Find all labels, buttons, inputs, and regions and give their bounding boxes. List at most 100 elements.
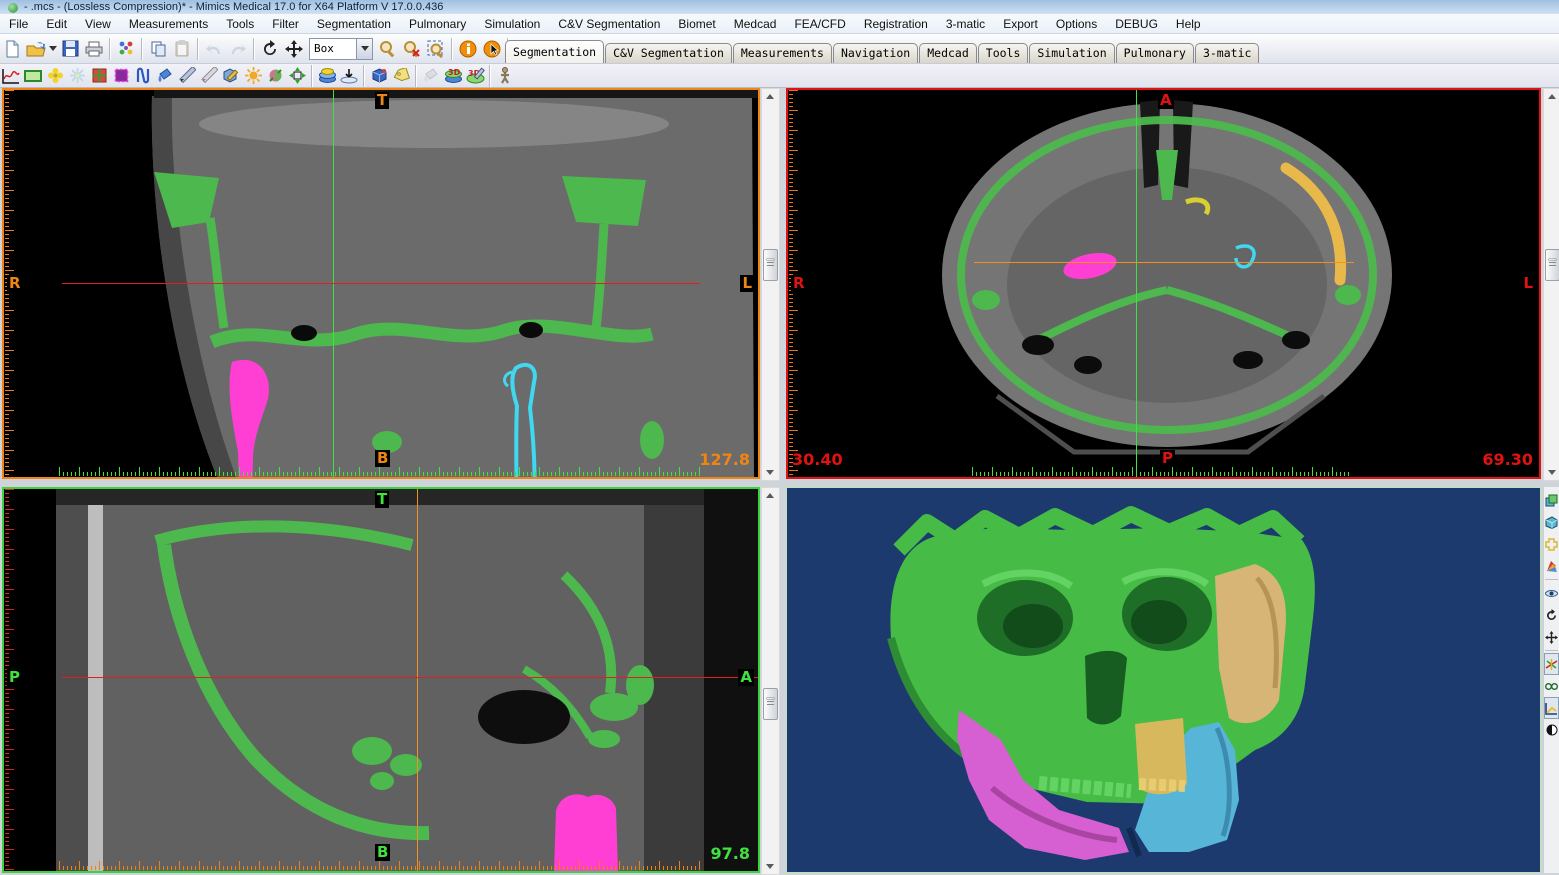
menu-fea-cfd[interactable]: FEA/CFD	[785, 15, 854, 33]
sagittal-ct-image[interactable]	[4, 489, 758, 871]
zoom-region-icon[interactable]	[424, 37, 448, 61]
coronal-scroll-down-icon[interactable]	[762, 465, 777, 480]
sagittal-scroll-down-icon[interactable]	[762, 859, 777, 874]
pan-icon[interactable]	[282, 37, 306, 61]
menu-view[interactable]: View	[76, 15, 120, 33]
menu-registration[interactable]: Registration	[855, 15, 937, 33]
dynamic-region-growing-icon[interactable]	[66, 66, 88, 86]
visibility-eye-icon[interactable]	[1544, 582, 1559, 604]
object-info-icon[interactable]	[456, 37, 480, 61]
menu-help[interactable]: Help	[1167, 15, 1210, 33]
rotate-3d-icon[interactable]	[1544, 604, 1559, 626]
axial-scroll-up-icon[interactable]	[1544, 89, 1559, 104]
menu-file[interactable]: File	[0, 15, 37, 33]
skull-3d-render[interactable]	[787, 488, 1540, 872]
surface-fan-icon[interactable]	[1544, 555, 1559, 577]
viewport-coronal[interactable]: T R L B 127.8	[2, 88, 760, 479]
region-growing-icon[interactable]	[44, 66, 66, 86]
viewcube-icon[interactable]	[1544, 511, 1559, 533]
tab-medcad[interactable]: Medcad	[919, 43, 977, 63]
menu-debug[interactable]: DEBUG	[1106, 15, 1167, 33]
cad-object-icon[interactable]	[368, 66, 390, 86]
rotate-view-icon[interactable]	[258, 37, 282, 61]
point-placement-icon[interactable]	[338, 66, 360, 86]
clipping-planes-icon[interactable]	[1544, 533, 1559, 555]
axial-scroll-thumb[interactable]	[1545, 249, 1559, 281]
axes-indicator-icon[interactable]	[1544, 653, 1559, 675]
menu-biomet[interactable]: Biomet	[669, 15, 724, 33]
tab-3matic[interactable]: 3-matic	[1195, 43, 1259, 63]
tab-simulation[interactable]: Simulation	[1029, 43, 1114, 63]
layers-icon[interactable]	[1544, 489, 1559, 511]
axial-ct-image[interactable]	[788, 90, 1539, 477]
open-project-icon[interactable]	[24, 37, 48, 61]
unzoom-icon[interactable]	[400, 37, 424, 61]
menu-simulation[interactable]: Simulation	[475, 15, 549, 33]
coronal-scroll-up-icon[interactable]	[762, 89, 777, 104]
zoom-mode-select[interactable]: Box	[309, 38, 373, 60]
contrast-invert-icon[interactable]	[1544, 719, 1559, 741]
menu-3matic[interactable]: 3-matic	[937, 15, 994, 33]
menu-filter[interactable]: Filter	[263, 15, 308, 33]
tab-segmentation[interactable]: Segmentation	[505, 40, 604, 63]
crop-mask-icon[interactable]	[286, 66, 308, 86]
coronal-scroll-thumb[interactable]	[763, 249, 778, 281]
axial-scrollbar[interactable]	[1543, 88, 1559, 481]
multiple-slice-edit-icon[interactable]	[132, 66, 154, 86]
pan-3d-icon[interactable]	[1544, 626, 1559, 648]
menu-tools[interactable]: Tools	[217, 15, 263, 33]
thresholding-icon[interactable]	[0, 66, 22, 86]
tab-cv-segmentation[interactable]: C&V Segmentation	[605, 43, 732, 63]
calculate-3d-icon[interactable]	[88, 66, 110, 86]
coronal-crosshair-horizontal[interactable]	[62, 283, 700, 284]
fill-disabled-icon[interactable]	[420, 66, 442, 86]
morphology-operations-icon[interactable]	[316, 66, 338, 86]
save-project-icon[interactable]	[58, 37, 82, 61]
sagittal-crosshair-horizontal[interactable]	[62, 677, 758, 678]
undo-icon[interactable]	[202, 37, 226, 61]
sagittal-crosshair-vertical[interactable]	[417, 489, 418, 871]
viewport-axial[interactable]: A R L P 30.40 69.30	[786, 88, 1541, 479]
project-management-icon[interactable]	[114, 37, 138, 61]
zoom-in-icon[interactable]	[376, 37, 400, 61]
menu-pulmonary[interactable]: Pulmonary	[400, 15, 475, 33]
print-icon[interactable]	[82, 37, 106, 61]
viewport-3d[interactable]	[786, 487, 1541, 873]
zoom-mode-dropdown-icon[interactable]	[356, 39, 372, 59]
menu-options[interactable]: Options	[1047, 15, 1106, 33]
histogram-icon[interactable]	[1544, 697, 1559, 719]
tab-tools[interactable]: Tools	[978, 43, 1029, 63]
sagittal-scroll-thumb[interactable]	[763, 688, 778, 720]
context-help-icon[interactable]	[480, 37, 504, 61]
sagittal-scroll-up-icon[interactable]	[762, 488, 777, 503]
stereo-glasses-icon[interactable]	[1544, 675, 1559, 697]
region-grow-3d-icon[interactable]	[264, 66, 286, 86]
tab-measurements[interactable]: Measurements	[733, 43, 832, 63]
anatomical-reference-icon[interactable]	[494, 66, 516, 86]
menu-measurements[interactable]: Measurements	[120, 15, 217, 33]
fill-cavity-icon[interactable]	[154, 66, 176, 86]
sagittal-scrollbar[interactable]	[761, 487, 780, 875]
tab-pulmonary[interactable]: Pulmonary	[1116, 43, 1194, 63]
draw-profile-line-icon[interactable]	[176, 66, 198, 86]
redo-icon[interactable]	[226, 37, 250, 61]
edit-3d-icon[interactable]: 3D	[464, 66, 486, 86]
annotate-tag-icon[interactable]	[390, 66, 412, 86]
coronal-scrollbar[interactable]	[761, 88, 780, 481]
edit-masks-icon[interactable]	[110, 66, 132, 86]
viewport-sagittal[interactable]: T P A B 97.8	[2, 487, 760, 873]
calculate-3d-from-mask-icon[interactable]: 3D	[442, 66, 464, 86]
crop-project-icon[interactable]	[22, 66, 44, 86]
edit-mask-in-3d-icon[interactable]	[220, 66, 242, 86]
menu-edit[interactable]: Edit	[37, 15, 76, 33]
menu-cv-segmentation[interactable]: C&V Segmentation	[549, 15, 669, 33]
menu-export[interactable]: Export	[994, 15, 1047, 33]
smart-fill-icon[interactable]	[242, 66, 264, 86]
new-project-icon[interactable]	[0, 37, 24, 61]
measure-pencil-icon[interactable]	[198, 66, 220, 86]
axial-crosshair-vertical[interactable]	[1136, 90, 1137, 477]
axial-scroll-down-icon[interactable]	[1544, 465, 1559, 480]
menu-medcad[interactable]: Medcad	[725, 15, 786, 33]
open-dropdown-icon[interactable]	[48, 37, 58, 61]
paste-icon[interactable]	[170, 37, 194, 61]
